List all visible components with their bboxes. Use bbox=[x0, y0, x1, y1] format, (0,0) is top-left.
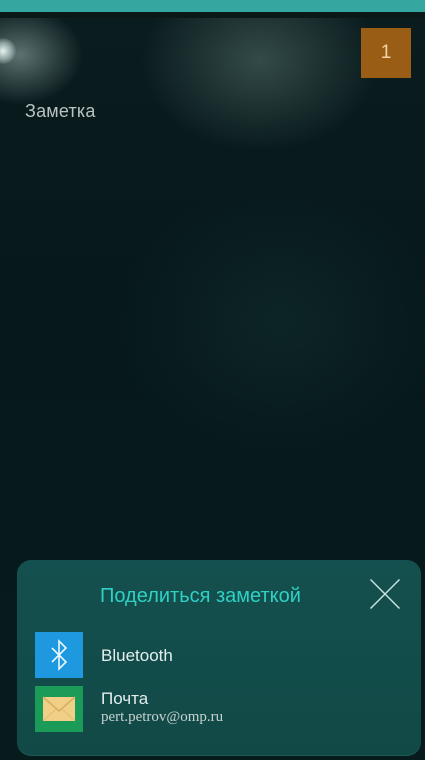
bluetooth-icon bbox=[35, 632, 83, 678]
close-button[interactable] bbox=[361, 572, 405, 616]
bluetooth-label: Bluetooth bbox=[101, 646, 173, 665]
note-title: Заметка bbox=[25, 101, 96, 121]
share-note-panel: Поделиться заметкой Bluetooth Почта pert… bbox=[17, 560, 421, 756]
note-counter-badge[interactable]: 1 bbox=[361, 28, 411, 78]
top-accent-bar bbox=[0, 0, 425, 12]
share-option-bluetooth[interactable]: Bluetooth bbox=[35, 632, 405, 678]
mail-account: pert.petrov@omp.ru bbox=[101, 709, 224, 725]
share-panel-title: Поделиться заметкой bbox=[100, 585, 301, 607]
mail-label: Почта bbox=[101, 689, 149, 708]
share-option-mail[interactable]: Почта pert.petrov@omp.ru bbox=[35, 686, 405, 732]
top-divider bbox=[0, 12, 425, 18]
ambient-glow-dot bbox=[0, 38, 16, 64]
close-icon bbox=[370, 579, 400, 609]
note-screen: 1 Заметка Поделиться заметкой Bluetooth bbox=[0, 0, 425, 760]
mail-icon bbox=[35, 686, 83, 732]
